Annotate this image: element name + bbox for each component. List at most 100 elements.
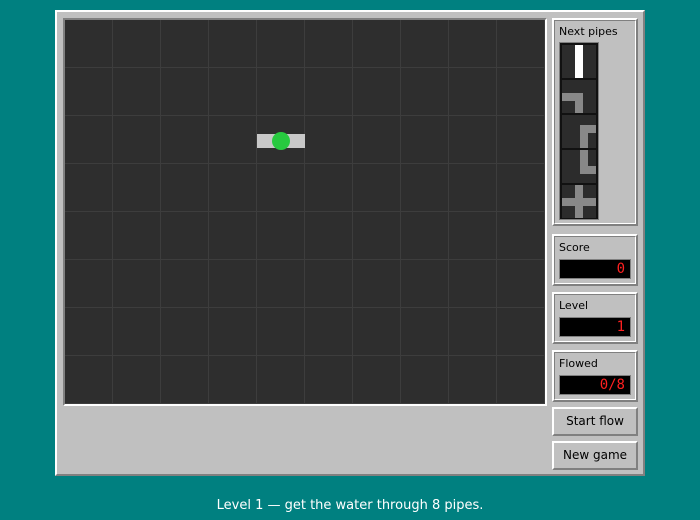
board-cell[interactable] (449, 116, 497, 164)
score-panel: Score 0 (552, 234, 638, 286)
board-cell[interactable] (449, 20, 497, 68)
flowed-panel: Flowed 0/8 (552, 350, 638, 402)
board-cell[interactable] (257, 356, 305, 404)
board-cell[interactable] (161, 68, 209, 116)
board-cell[interactable] (161, 116, 209, 164)
board-cell[interactable] (161, 20, 209, 68)
board-cell[interactable] (65, 260, 113, 308)
board-cell[interactable] (401, 164, 449, 212)
next-pipe-tile (562, 80, 596, 114)
board-cell[interactable] (497, 68, 545, 116)
board-cell[interactable] (209, 164, 257, 212)
board-cell[interactable] (449, 68, 497, 116)
board-cell[interactable] (65, 20, 113, 68)
score-display: 0 (559, 259, 631, 279)
board-cell[interactable] (65, 68, 113, 116)
board-cell[interactable] (353, 212, 401, 260)
board-cell[interactable] (305, 260, 353, 308)
pipe-segment (580, 166, 596, 174)
board-cell[interactable] (401, 356, 449, 404)
next-pipe-tile (562, 45, 596, 79)
board-cell[interactable] (113, 260, 161, 308)
flowed-label: Flowed (559, 357, 598, 370)
board-cell[interactable] (449, 356, 497, 404)
board-cell[interactable] (353, 116, 401, 164)
board-cell[interactable] (257, 260, 305, 308)
board-cell[interactable] (305, 164, 353, 212)
board-cell[interactable] (113, 164, 161, 212)
score-label: Score (559, 241, 590, 254)
board-cell[interactable] (353, 356, 401, 404)
board-cell[interactable] (497, 116, 545, 164)
board-cell[interactable] (497, 260, 545, 308)
board-cell[interactable] (257, 164, 305, 212)
board-cell[interactable] (209, 20, 257, 68)
board-cell[interactable] (497, 164, 545, 212)
board-cell[interactable] (113, 116, 161, 164)
next-pipe-tile (562, 115, 596, 149)
board-cell[interactable] (209, 68, 257, 116)
pipe-segment (580, 125, 596, 133)
pipe-segment (562, 198, 596, 206)
board-cell[interactable] (449, 212, 497, 260)
board-cell[interactable] (209, 116, 257, 164)
board-cell[interactable] (161, 260, 209, 308)
board-cell[interactable] (401, 308, 449, 356)
board-cell[interactable] (209, 356, 257, 404)
board-cell[interactable] (401, 116, 449, 164)
pipe-board[interactable] (63, 18, 547, 406)
board-cell[interactable] (257, 212, 305, 260)
board-cell[interactable] (305, 68, 353, 116)
board-cell[interactable] (257, 308, 305, 356)
board-cell[interactable] (65, 212, 113, 260)
board-cell[interactable] (497, 20, 545, 68)
board-cell[interactable] (209, 260, 257, 308)
board-cell[interactable] (305, 20, 353, 68)
board-cell[interactable] (305, 212, 353, 260)
board-grid[interactable] (65, 20, 545, 404)
board-cell[interactable] (257, 20, 305, 68)
board-cell[interactable] (113, 68, 161, 116)
board-cell[interactable] (353, 308, 401, 356)
board-cell[interactable] (401, 68, 449, 116)
board-cell[interactable] (497, 212, 545, 260)
board-cell[interactable] (161, 356, 209, 404)
board-cell[interactable] (401, 20, 449, 68)
board-cell[interactable] (449, 308, 497, 356)
board-cell[interactable] (161, 308, 209, 356)
board-cell[interactable] (65, 164, 113, 212)
board-cell[interactable] (113, 20, 161, 68)
board-cell[interactable] (257, 68, 305, 116)
new-game-button[interactable]: New game (552, 441, 638, 470)
start-flow-button[interactable]: Start flow (552, 407, 638, 436)
board-cell[interactable] (65, 116, 113, 164)
board-cell[interactable] (497, 356, 545, 404)
board-cell[interactable] (161, 212, 209, 260)
flowed-display: 0/8 (559, 375, 631, 395)
board-cell[interactable] (113, 356, 161, 404)
board-cell[interactable] (449, 260, 497, 308)
board-cell[interactable] (209, 212, 257, 260)
level-label: Level (559, 299, 589, 312)
board-cell[interactable] (113, 212, 161, 260)
board-cell[interactable] (161, 164, 209, 212)
board-cell[interactable] (449, 164, 497, 212)
pipe-segment (575, 45, 583, 78)
board-cell[interactable] (65, 308, 113, 356)
level-display: 1 (559, 317, 631, 337)
pipe-segment (575, 93, 583, 113)
board-cell[interactable] (401, 260, 449, 308)
board-cell[interactable] (353, 164, 401, 212)
board-cell[interactable] (209, 308, 257, 356)
water-source (257, 132, 305, 150)
board-cell[interactable] (305, 356, 353, 404)
board-cell[interactable] (353, 20, 401, 68)
board-cell[interactable] (305, 308, 353, 356)
board-cell[interactable] (353, 68, 401, 116)
board-cell[interactable] (401, 212, 449, 260)
board-cell[interactable] (497, 308, 545, 356)
board-cell[interactable] (65, 356, 113, 404)
board-cell[interactable] (305, 116, 353, 164)
board-cell[interactable] (353, 260, 401, 308)
board-cell[interactable] (113, 308, 161, 356)
